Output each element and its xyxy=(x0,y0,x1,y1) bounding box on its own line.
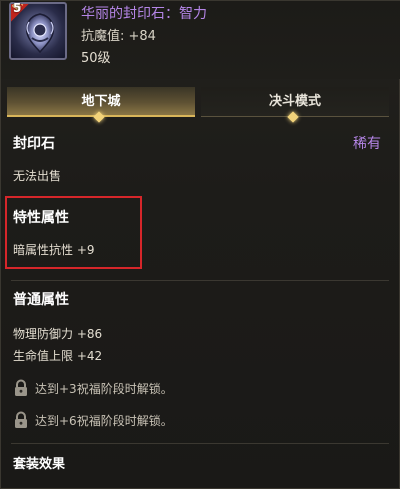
seal-stone-emblem xyxy=(25,13,55,54)
item-level-badge: 5 xyxy=(13,1,22,15)
item-name: 华丽的封印石：智力 xyxy=(81,6,207,22)
mode-tabs: 地下城 决斗模式 xyxy=(7,87,391,123)
locked-slot-row: 达到+3祝福阶段时解锁。 xyxy=(13,379,173,397)
locked-slot-row: 达到+6祝福阶段时解锁。 xyxy=(13,411,173,429)
locked-slot-text: 达到+6祝福阶段时解锁。 xyxy=(35,413,173,428)
item-magic-resist-stat: 抗魔值: +84 xyxy=(81,29,156,44)
item-rarity: 稀有 xyxy=(353,136,381,152)
normal-attribute-line: 物理防御力 +86 xyxy=(13,327,103,341)
section-divider xyxy=(11,280,389,281)
lock-icon xyxy=(15,411,27,428)
item-level: 50级 xyxy=(81,51,111,66)
special-attribute-title: 特性属性 xyxy=(13,210,69,226)
item-header: 冒险 5 华丽的封印石：智力 抗魔值: +84 50级 xyxy=(1,1,400,79)
trade-restriction: 无法出售 xyxy=(13,169,62,183)
item-tooltip-panel: 冒险 5 华丽的封印石：智力 抗魔值: +84 50级 地下城 决斗模式 封印石… xyxy=(0,0,400,489)
normal-attribute-title: 普通属性 xyxy=(13,292,69,308)
item-category: 封印石 xyxy=(13,136,55,152)
normal-attribute-line: 生命值上限 +42 xyxy=(13,349,103,363)
special-attribute-value: 暗属性抗性 +9 xyxy=(13,243,95,257)
lock-icon xyxy=(15,379,27,396)
locked-slot-text: 达到+3祝福阶段时解锁。 xyxy=(35,381,173,396)
section-divider xyxy=(11,443,389,444)
set-effect-title: 套装效果 xyxy=(13,457,66,472)
